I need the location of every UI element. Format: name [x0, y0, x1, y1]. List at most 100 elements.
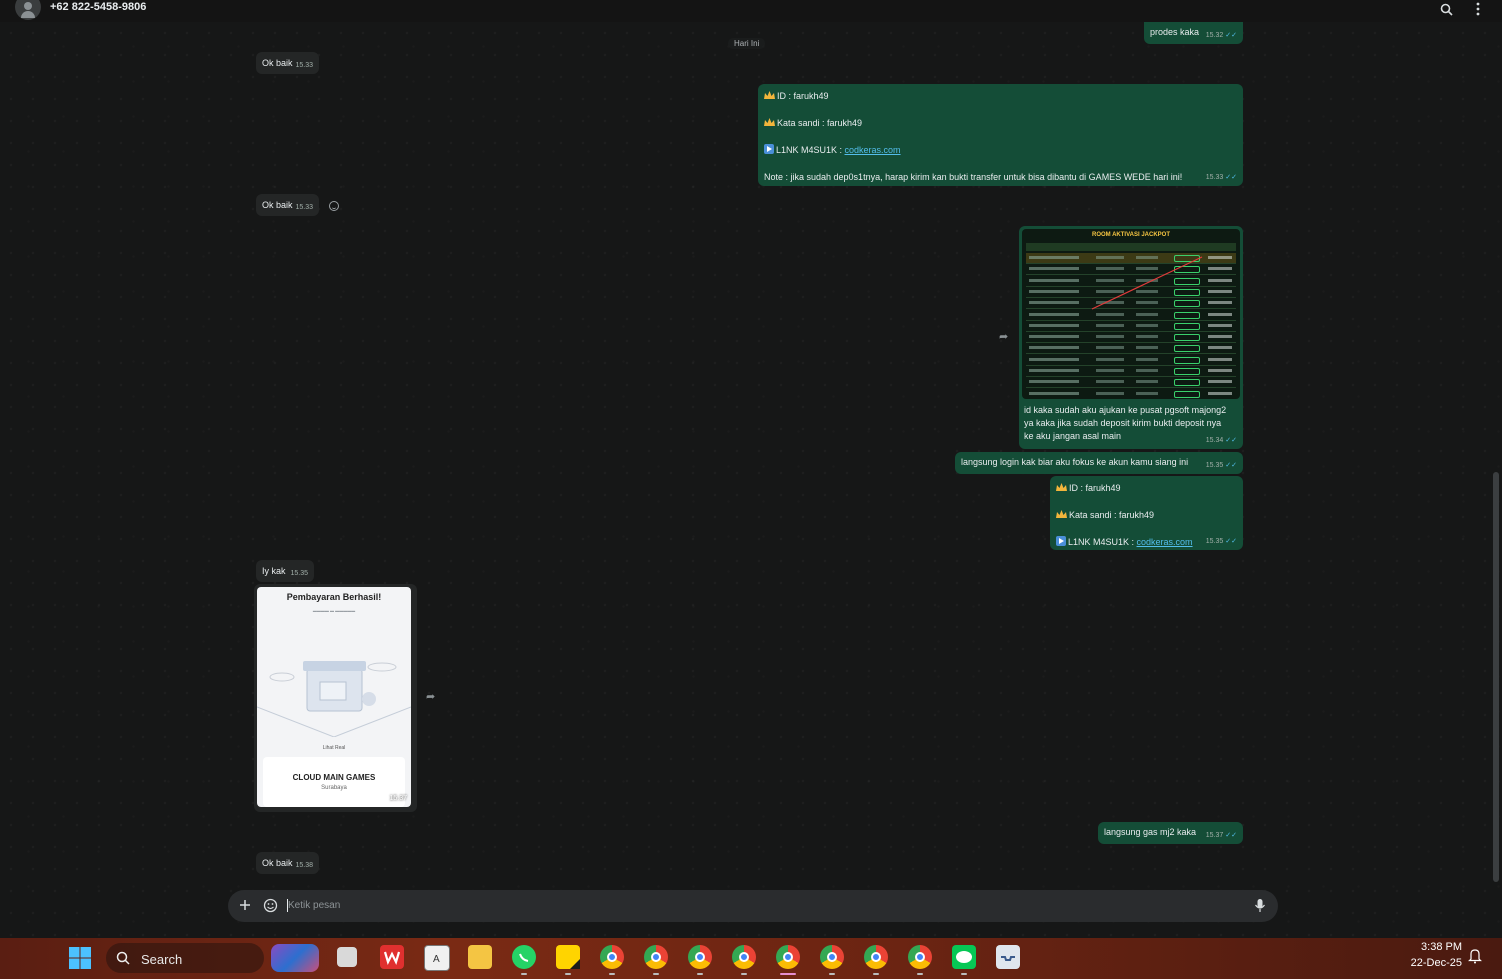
- windows-taskbar: Search A 3:38 PM 22-Dec-25: [0, 938, 1502, 979]
- chrome-profile-icon[interactable]: [820, 945, 844, 969]
- play-icon: [764, 144, 774, 154]
- shop-illustration: [257, 661, 411, 737]
- text-editor-icon[interactable]: A: [424, 945, 450, 971]
- message-incoming[interactable]: Ok baik 15.33: [256, 52, 319, 74]
- running-indicator: [873, 973, 879, 975]
- message-time: 15.33: [295, 62, 313, 69]
- credential-password: Kata sandi : farukh49: [1069, 510, 1155, 520]
- taskbar-search-label: Search: [141, 952, 183, 967]
- sticky-notes-icon[interactable]: [556, 945, 580, 969]
- running-indicator: [609, 973, 615, 975]
- message-time: 15.33: [1205, 174, 1224, 181]
- microphone-icon[interactable]: [1254, 898, 1266, 914]
- message-text: langsung gas mj2 kaka: [1104, 827, 1197, 837]
- crown-icon: [764, 91, 775, 99]
- link-label: L1NK M4SU1K :: [776, 145, 845, 155]
- chat-scrollbar[interactable]: [1493, 472, 1499, 882]
- chrome-profile-icon[interactable]: [908, 945, 932, 969]
- message-outgoing[interactable]: ID : farukh49 Kata sandi : farukh49 L1NK…: [758, 84, 1243, 186]
- line-app-icon[interactable]: [952, 945, 976, 969]
- crown-icon: [1056, 483, 1067, 491]
- search-icon: [116, 951, 130, 965]
- notification-bell-icon[interactable]: [1468, 948, 1482, 964]
- search-icon[interactable]: [1437, 0, 1455, 18]
- crown-icon: [764, 118, 775, 126]
- message-outgoing[interactable]: langsung login kak biar aku fokus ke aku…: [955, 452, 1243, 474]
- taskbar-search[interactable]: Search: [106, 943, 319, 973]
- message-time: 15.38: [295, 862, 313, 869]
- windows-start-icon[interactable]: [68, 946, 92, 970]
- link-label: L1NK M4SU1K :: [1068, 537, 1137, 547]
- crown-icon: [1056, 510, 1067, 518]
- chrome-profile-icon[interactable]: [600, 945, 624, 969]
- chrome-profile-icon[interactable]: [776, 945, 800, 969]
- contact-avatar[interactable]: [15, 0, 41, 20]
- wps-office-icon[interactable]: [380, 945, 404, 969]
- jackpot-image[interactable]: ROOM AKTIVASI JACKPOT: [1022, 229, 1240, 399]
- credential-id: ID : farukh49: [1069, 483, 1121, 493]
- running-indicator: [653, 973, 659, 975]
- message-incoming[interactable]: Ok baik 15.33: [256, 194, 319, 216]
- forward-icon[interactable]: ➦: [999, 330, 1008, 343]
- message-outgoing[interactable]: prodes kaka 15.32 ✓✓: [1144, 22, 1243, 44]
- message-list[interactable]: Hari Ini prodes kaka 15.32 ✓✓ Ok baik 15.…: [0, 22, 1502, 938]
- message-text: prodes kaka: [1150, 27, 1200, 37]
- message-incoming-image[interactable]: Pembayaran Berhasil! ▬▬▬▬ ▬ ▬▬▬▬▬ Lihat …: [254, 584, 417, 812]
- message-text: Ok baik: [262, 858, 293, 868]
- file-explorer-icon[interactable]: [468, 945, 492, 969]
- message-text: langsung login kak biar aku fokus ke aku…: [961, 457, 1189, 467]
- message-time: 15.35: [1205, 462, 1224, 469]
- whatsapp-icon[interactable]: [512, 945, 536, 969]
- search-highlight-icon: [271, 944, 319, 972]
- contact-name[interactable]: +62 822-5458-9806: [50, 1, 146, 13]
- message-time: 15.37: [389, 795, 407, 802]
- message-composer: Ketik pesan: [228, 890, 1278, 922]
- payment-datetime: ▬▬▬▬ ▬ ▬▬▬▬▬: [312, 608, 356, 613]
- chrome-profile-icon[interactable]: [644, 945, 668, 969]
- inbox-app-icon[interactable]: [996, 945, 1020, 969]
- message-time: 15.35: [290, 570, 308, 577]
- running-indicator: [565, 973, 571, 975]
- running-indicator: [521, 973, 527, 975]
- svg-text:A: A: [433, 954, 440, 965]
- merchant-city: Surabaya: [321, 785, 347, 791]
- play-icon: [1056, 536, 1066, 546]
- message-outgoing-image[interactable]: ROOM AKTIVASI JACKPOT id kaka sudah aku …: [1019, 226, 1243, 449]
- running-indicator: [917, 973, 923, 975]
- caption-line: id kaka sudah aku ajukan ke pusat pgsoft…: [1024, 405, 1227, 415]
- message-link[interactable]: codkeras.com: [1137, 537, 1193, 547]
- forward-icon[interactable]: ➦: [426, 690, 435, 703]
- add-attachment-icon[interactable]: [238, 898, 252, 912]
- message-time: 15.33: [295, 204, 313, 211]
- message-input[interactable]: Ketik pesan: [288, 900, 340, 911]
- message-incoming[interactable]: Ok baik 15.38: [256, 852, 319, 874]
- read-ticks-icon: ✓✓: [1225, 832, 1237, 839]
- smiley-icon[interactable]: [329, 201, 339, 211]
- running-indicator: [741, 973, 747, 975]
- message-time: 15.32: [1205, 32, 1224, 39]
- message-outgoing[interactable]: ID : farukh49 Kata sandi : farukh49 L1NK…: [1050, 476, 1243, 550]
- red-arrow-annotation: [1091, 256, 1203, 310]
- message-incoming[interactable]: Iy kak 15.35: [256, 560, 314, 582]
- payment-view-link[interactable]: Lihat Real: [257, 742, 411, 755]
- chrome-profile-icon[interactable]: [864, 945, 888, 969]
- sticker-icon[interactable]: [263, 898, 278, 913]
- note-text: Note : jika sudah dep0s1tnya, harap kiri…: [764, 172, 1183, 182]
- more-vert-icon[interactable]: [1469, 0, 1487, 18]
- running-indicator-active: [780, 973, 796, 975]
- message-text: Ok baik: [262, 200, 293, 210]
- chat-header: +62 822-5458-9806: [0, 0, 1502, 22]
- taskbar-clock-time[interactable]: 3:38 PM: [1412, 941, 1462, 953]
- payment-receipt-image[interactable]: Pembayaran Berhasil! ▬▬▬▬ ▬ ▬▬▬▬▬ Lihat …: [257, 587, 411, 807]
- chrome-profile-icon[interactable]: [732, 945, 756, 969]
- chrome-profile-icon[interactable]: [688, 945, 712, 969]
- whatsapp-window: +62 822-5458-9806 Hari Ini prodes kaka 1…: [0, 0, 1502, 938]
- read-ticks-icon: ✓✓: [1225, 437, 1237, 444]
- task-view-icon[interactable]: [337, 947, 357, 967]
- message-time: 15.37: [1205, 832, 1224, 839]
- message-link[interactable]: codkeras.com: [845, 145, 901, 155]
- message-outgoing[interactable]: langsung gas mj2 kaka 15.37 ✓✓: [1098, 822, 1243, 844]
- read-ticks-icon: ✓✓: [1225, 174, 1237, 181]
- taskbar-clock-date[interactable]: 22-Dec-25: [1400, 957, 1462, 969]
- payment-title: Pembayaran Berhasil!: [286, 592, 382, 602]
